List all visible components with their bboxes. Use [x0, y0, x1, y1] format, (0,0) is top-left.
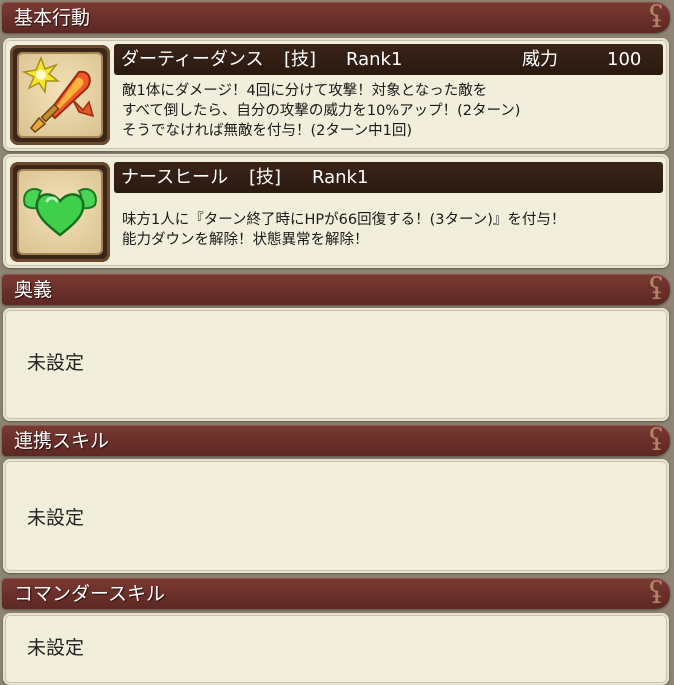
unset-label: 未設定	[27, 637, 85, 659]
skill-name: ダーティーダンス	[121, 49, 264, 70]
power-value: 100	[607, 49, 642, 70]
commander-panel[interactable]: 未設定	[3, 613, 669, 685]
skill-card-dirty-dance[interactable]: ダーティーダンス [技] Rank1 威力 100 敵1体にダメージ！4回に分け…	[3, 38, 669, 151]
section-header-commander: コマンダースキル ʢ	[2, 578, 670, 609]
curl-ornament-icon: ʢ	[647, 423, 664, 458]
skill-title-bar: ナースヒール [技] Rank1	[114, 162, 663, 193]
description-line: 敵1体にダメージ！4回に分けて攻撃！対象となった敵を	[122, 83, 488, 99]
curl-ornament-icon: ʢ	[647, 576, 664, 611]
skill-icon-frame	[10, 162, 110, 262]
description-line: すべて倒したら、自分の攻撃の威力を10%アップ！(2ターン)	[122, 103, 521, 119]
power-label: 威力	[522, 49, 558, 70]
description-line: 能力ダウンを解除！状態異常を解除！	[122, 232, 369, 248]
renkei-panel[interactable]: 未設定	[3, 459, 669, 573]
section-header-renkei: 連携スキル ʢ	[2, 425, 670, 456]
unset-label: 未設定	[27, 507, 85, 529]
section-title: 奥義	[14, 279, 53, 301]
skill-card-nurse-heal[interactable]: ナースヒール [技] Rank1 味方1人に『ターン終了時にHPが66回復する！…	[3, 154, 669, 268]
skill-title-bar: ダーティーダンス [技] Rank1 威力 100	[114, 44, 663, 75]
skill-description: 敵1体にダメージ！4回に分けて攻撃！対象となった敵を すべて倒したら、自分の攻撃…	[122, 81, 659, 141]
skill-name: ナースヒール	[121, 167, 229, 188]
curl-ornament-icon: ʢ	[647, 272, 664, 307]
skill-icon-frame	[10, 45, 110, 145]
curl-ornament-icon: ʢ	[647, 0, 664, 35]
section-title: 連携スキル	[14, 430, 110, 452]
section-title: コマンダースキル	[14, 583, 166, 605]
ougi-panel[interactable]: 未設定	[3, 308, 669, 421]
skill-rank: Rank1	[346, 49, 403, 70]
skill-type: [技]	[249, 167, 282, 188]
section-header-basic: 基本行動 ʢ	[2, 2, 670, 33]
skill-rank: Rank1	[312, 167, 369, 188]
description-line: 味方1人に『ターン終了時にHPが66回復する！(3ターン)』を付与！	[122, 212, 566, 228]
skill-description: 味方1人に『ターン終了時にHPが66回復する！(3ターン)』を付与！ 能力ダウン…	[122, 210, 659, 250]
section-header-ougi: 奥義 ʢ	[2, 274, 670, 305]
section-title: 基本行動	[14, 7, 91, 29]
flaming-sword-icon	[17, 52, 103, 138]
skill-type: [技]	[284, 49, 317, 70]
winged-heart-icon	[17, 169, 103, 255]
unset-label: 未設定	[27, 352, 85, 374]
description-line: そうでなければ無敵を付与！(2ターン中1回)	[122, 123, 413, 139]
